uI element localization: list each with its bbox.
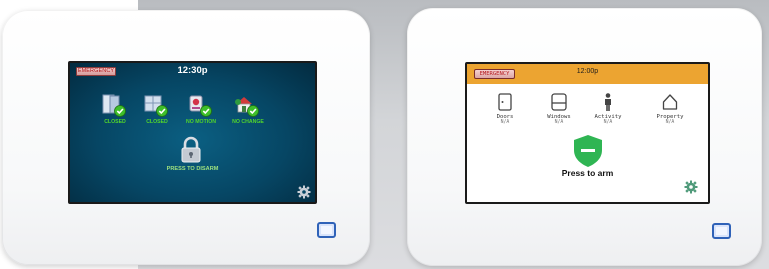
status-value: N/A — [603, 120, 613, 125]
person-icon — [605, 93, 611, 111]
settings-button[interactable] — [297, 185, 311, 202]
header-bar: EMERGENCY 12:00p — [467, 64, 708, 84]
status-label: NO CHANGE — [232, 119, 264, 125]
status-property[interactable]: Property N/A — [648, 92, 692, 132]
home-button-right[interactable] — [712, 223, 731, 239]
disarm-lock-button[interactable] — [174, 136, 208, 169]
clock-time: 12:00p — [576, 68, 599, 75]
property-icon — [235, 97, 259, 117]
home-button-left[interactable] — [317, 222, 336, 238]
press-to-arm-text[interactable]: Press to arm — [467, 168, 708, 178]
shield-icon — [574, 135, 602, 167]
gear-icon — [684, 180, 698, 194]
motion-sensor-icon — [189, 95, 212, 117]
status-windows[interactable]: CLOSED — [134, 93, 180, 133]
status-value: N/A — [500, 120, 510, 125]
press-to-disarm-text[interactable]: PRESS TO DISARM — [70, 166, 315, 172]
status-label: NO MOTION — [186, 119, 216, 125]
settings-button[interactable] — [684, 180, 698, 199]
window-icon — [551, 93, 567, 111]
status-activity[interactable]: Activity N/A — [586, 92, 630, 132]
panel-screen-right: EMERGENCY 12:00p Doors N/A Windows N/A A… — [465, 62, 710, 204]
status-motion[interactable]: NO MOTION — [178, 93, 224, 133]
gear-icon — [297, 185, 311, 199]
door-icon — [498, 93, 512, 111]
status-value: N/A — [554, 120, 564, 125]
house-icon — [662, 94, 678, 110]
doors-icon — [102, 94, 126, 117]
status-windows[interactable]: Windows N/A — [537, 92, 581, 132]
panel-screen-left: EMERGENCY 12:30p CLOSED CLOSED NO MOTION — [68, 61, 317, 204]
clock-time: 12:30p — [177, 65, 208, 76]
status-doors[interactable]: Doors N/A — [483, 92, 527, 132]
windows-icon — [144, 95, 168, 117]
status-property[interactable]: NO CHANGE — [225, 93, 271, 133]
status-doors[interactable]: CLOSED — [92, 93, 138, 133]
padlock-icon — [181, 136, 201, 163]
status-value: N/A — [665, 120, 675, 125]
